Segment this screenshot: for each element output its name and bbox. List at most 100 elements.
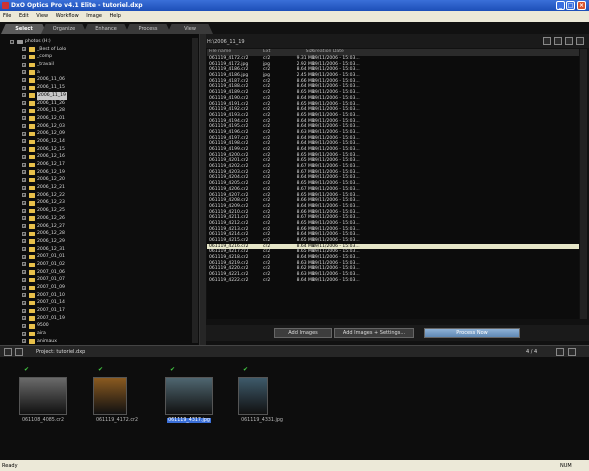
tree-item[interactable]: +2006_12_28: [2, 230, 192, 238]
maximize-button[interactable]: □: [566, 1, 575, 10]
expand-icon[interactable]: +: [22, 285, 26, 290]
process-now-button[interactable]: Process Now: [424, 328, 520, 338]
tree-item[interactable]: +2007_01_01: [2, 253, 192, 261]
tab-view[interactable]: View: [167, 24, 213, 34]
tree-item[interactable]: +2006_11_15: [2, 84, 192, 92]
tree-item[interactable]: + _comp: [2, 53, 192, 61]
project-save-icon[interactable]: [15, 348, 23, 356]
expand-icon[interactable]: +: [22, 200, 26, 205]
col-ext[interactable]: Ext: [263, 49, 270, 54]
tree-item[interactable]: + _Best of Lolo: [2, 46, 192, 54]
expand-icon[interactable]: +: [22, 124, 26, 129]
project-menu-icon[interactable]: [4, 348, 12, 356]
expand-icon[interactable]: +: [22, 70, 26, 75]
expand-icon[interactable]: +: [22, 247, 26, 252]
expand-icon[interactable]: +: [22, 85, 26, 90]
expand-icon[interactable]: +: [22, 62, 26, 67]
menu-image[interactable]: Image: [83, 11, 105, 21]
expand-icon[interactable]: +: [22, 139, 26, 144]
tree-item[interactable]: +2006_12_25: [2, 207, 192, 215]
tree-item[interactable]: +2006_12_16: [2, 153, 192, 161]
tree-item[interactable]: +2006_12_26: [2, 215, 192, 223]
tree-item[interactable]: +2007_01_09: [2, 284, 192, 292]
tree-item[interactable]: +2006_12_22: [2, 192, 192, 200]
tree-item[interactable]: + aira: [2, 330, 192, 338]
tree-item[interactable]: +2006_12_31: [2, 246, 192, 254]
expand-icon[interactable]: +: [22, 331, 26, 336]
menu-edit[interactable]: Edit: [16, 11, 32, 21]
expand-icon[interactable]: +: [22, 277, 26, 282]
thumbnail-view-icon[interactable]: [565, 37, 573, 45]
expand-icon[interactable]: +: [22, 177, 26, 182]
tab-select[interactable]: Select: [1, 24, 47, 34]
thumbnail-item[interactable]: ✔ 061119_4317.jpg: [160, 365, 218, 425]
tree-item[interactable]: +2007_01_06: [2, 269, 192, 277]
expand-icon[interactable]: +: [22, 77, 26, 82]
table-scrollbar[interactable]: [580, 49, 587, 319]
expand-icon[interactable]: +: [22, 154, 26, 159]
col-creation-date[interactable]: Creation Date: [312, 49, 344, 54]
expand-icon[interactable]: +: [22, 147, 26, 152]
project-view-grid-icon[interactable]: [556, 348, 564, 356]
expand-icon[interactable]: +: [22, 231, 26, 236]
expand-icon[interactable]: +: [22, 101, 26, 105]
col-file-name[interactable]: File name: [209, 49, 231, 54]
tab-organize[interactable]: Organize: [41, 24, 87, 34]
tree-item[interactable]: +2006_12_09: [2, 130, 192, 138]
thumbnail-image[interactable]: [93, 377, 127, 415]
expand-icon[interactable]: +: [22, 93, 26, 98]
expand-icon[interactable]: +: [22, 316, 26, 321]
tree-item[interactable]: +2006_12_14: [2, 138, 192, 146]
minimize-button[interactable]: _: [556, 1, 565, 10]
tree-item[interactable]: +2006_11_28: [2, 107, 192, 115]
tree-item[interactable]: +2007_01_14: [2, 299, 192, 307]
tree-item[interactable]: +2006_12_17: [2, 161, 192, 169]
tree-item[interactable]: +2006_11_26: [2, 100, 192, 108]
tree-item[interactable]: +2007_01_17: [2, 307, 192, 315]
expand-icon[interactable]: +: [22, 262, 26, 267]
tree-item[interactable]: +2007_01_07: [2, 276, 192, 284]
tree-item[interactable]: + a: [2, 69, 192, 77]
tree-item[interactable]: +2006_12_29: [2, 238, 192, 246]
close-button[interactable]: ×: [577, 1, 586, 10]
expand-icon[interactable]: +: [22, 308, 26, 313]
add-images-settings-button[interactable]: Add Images + Settings...: [334, 328, 414, 338]
expand-icon[interactable]: +: [22, 162, 26, 167]
tree-item[interactable]: +2006_11_19: [2, 91, 192, 100]
thumbnail-item[interactable]: ✔ 061119_4331.jpg: [233, 365, 291, 425]
tree-item[interactable]: +2007_01_02: [2, 261, 192, 269]
expand-icon[interactable]: +: [22, 193, 26, 198]
expand-icon[interactable]: +: [22, 300, 26, 305]
table-row[interactable]: 061119_4222.cr2 cr2 8.64 MB 19/11/2006 - 15…: [207, 278, 579, 284]
expand-icon[interactable]: +: [22, 54, 26, 59]
tree-item[interactable]: +2006_12_23: [2, 199, 192, 207]
tree-item[interactable]: +2006_12_15: [2, 146, 192, 154]
expand-icon[interactable]: +: [22, 270, 26, 275]
tree-item[interactable]: +9500: [2, 322, 192, 330]
tree-root[interactable]: - photos (H:): [2, 38, 192, 46]
expand-icon[interactable]: +: [22, 47, 26, 52]
tree-item[interactable]: +2006_12_20: [2, 176, 192, 184]
tree-item[interactable]: +2007_01_19: [2, 315, 192, 323]
project-view-large-icon[interactable]: [568, 348, 576, 356]
expand-icon[interactable]: +: [22, 254, 26, 259]
collapse-icon[interactable]: -: [10, 39, 14, 44]
large-thumbnail-view-icon[interactable]: [576, 37, 584, 45]
expand-icon[interactable]: +: [22, 323, 26, 328]
details-view-icon[interactable]: [543, 37, 551, 45]
expand-icon[interactable]: +: [22, 339, 26, 344]
thumbnail-image[interactable]: [19, 377, 67, 415]
tree-item[interactable]: +2006_11_06: [2, 76, 192, 84]
expand-icon[interactable]: +: [22, 216, 26, 221]
tree-item[interactable]: +2006_12_03: [2, 123, 192, 131]
thumbnail-image[interactable]: [238, 377, 268, 415]
tree-item[interactable]: + _travail: [2, 61, 192, 69]
tree-item[interactable]: +2006_12_01: [2, 115, 192, 123]
expand-icon[interactable]: +: [22, 108, 26, 113]
add-images-button[interactable]: Add Images: [274, 328, 332, 338]
tree-item[interactable]: +2007_01_10: [2, 292, 192, 300]
expand-icon[interactable]: +: [22, 116, 26, 121]
menu-help[interactable]: Help: [107, 11, 124, 21]
tab-enhance[interactable]: Enhance: [83, 24, 129, 34]
expand-icon[interactable]: +: [22, 239, 26, 244]
